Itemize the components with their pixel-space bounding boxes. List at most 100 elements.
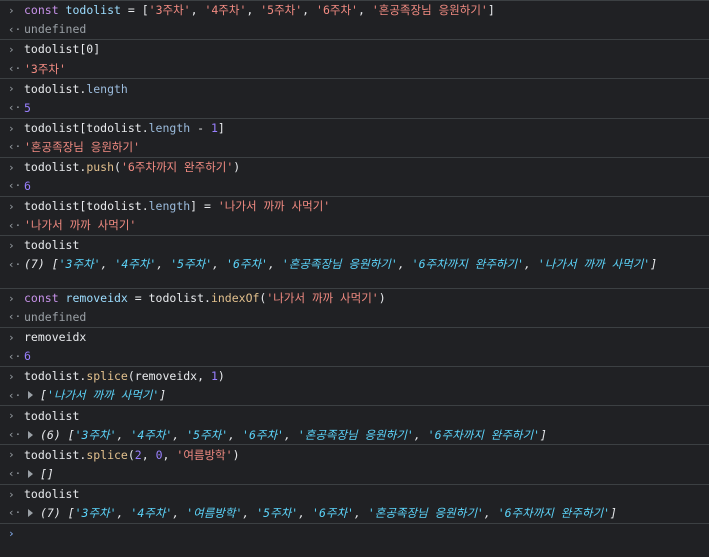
console-line-content: todolist[todolist.length - 1]	[24, 121, 225, 135]
token: ,	[298, 506, 313, 521]
token: ]	[217, 120, 225, 135]
token: '3주차'	[24, 61, 66, 76]
input-chevron-icon: ›	[8, 330, 15, 344]
token: ,	[246, 3, 261, 18]
token: ] =	[190, 199, 218, 214]
token: 6	[24, 179, 31, 194]
token: '6주차'	[312, 506, 354, 521]
token: ,	[413, 427, 428, 442]
token: [	[40, 388, 47, 403]
token: ,	[283, 427, 298, 442]
token: 5	[24, 100, 31, 115]
token: ,	[357, 3, 372, 18]
input-chevron-icon: ›	[8, 370, 15, 384]
console-line-content: '3주차'	[24, 61, 66, 77]
token: (	[127, 447, 135, 462]
console-line-content: removeidx	[24, 330, 86, 344]
console-input-line: › todolist.length	[0, 78, 709, 98]
console-output-line[interactable]: ‹· []	[0, 464, 709, 484]
input-chevron-icon: ›	[8, 409, 15, 423]
expand-triangle-icon[interactable]	[28, 469, 33, 478]
console-input-line: › removeidx	[0, 326, 709, 347]
result-arrow-icon: ‹·	[8, 467, 22, 481]
result-arrow-icon: ‹·	[8, 257, 22, 271]
console-line-content: const removeidx = todolist.indexOf('나가서 …	[24, 290, 386, 306]
console-output-line[interactable]: ‹· (7) ['3주차', '4주차', '여름방학', '5주차', '6주차…	[0, 503, 709, 523]
input-chevron-icon: ›	[8, 4, 15, 17]
console-line-content: todolist.splice(2, 0, '여름방학')	[24, 447, 240, 463]
token: = [	[120, 3, 149, 18]
console-output-line[interactable]: ‹· ['나가서 까까 사먹기']	[0, 386, 709, 406]
token: '혼공족장님 응원하기'	[371, 3, 488, 18]
console-line-content: undefined	[24, 310, 86, 324]
token: '3주차'	[74, 427, 117, 442]
token: todolist.	[24, 447, 87, 462]
token: '3주차'	[148, 3, 191, 18]
console-prompt[interactable]: ›	[0, 522, 709, 547]
prompt-chevron-icon: ›	[8, 526, 15, 540]
console-line-content: todolist	[24, 238, 79, 252]
console-input-line: › const todolist = ['3주차', '4주차', '5주차', …	[0, 0, 709, 20]
console-line-content: (6) ['3주차', '4주차', '5주차', '6주차', '혼공족장님 …	[24, 427, 547, 443]
expand-triangle-icon[interactable]	[28, 391, 33, 400]
console-line-content: 6	[24, 349, 31, 363]
token: '6주차'	[316, 3, 358, 18]
token: '나가서 까까 사먹기'	[537, 256, 651, 271]
token: '6주차까지 완주하기'	[497, 506, 611, 521]
console-line-content: todolist	[24, 409, 79, 423]
token: '4주차'	[130, 427, 173, 442]
console-line-content: 5	[24, 101, 31, 115]
token: ,	[116, 506, 131, 521]
token: ]	[540, 427, 547, 442]
token: (6) [	[40, 427, 75, 442]
token: todolist[0]	[24, 42, 101, 57]
token: ,	[228, 427, 243, 442]
token: splice	[86, 447, 128, 462]
token: '5주차'	[186, 427, 229, 442]
console-input-line: › todolist	[0, 235, 709, 255]
result-arrow-icon: ‹·	[8, 218, 22, 232]
token: 1	[210, 369, 218, 384]
token: undefined	[24, 310, 87, 325]
console-output-line[interactable]: ‹· (7) ['3주차', '4주차', '5주차', '6주차', '혼공족장…	[0, 255, 709, 288]
console-output-line: ‹· '3주차'	[0, 59, 709, 79]
token: todolist	[24, 238, 80, 253]
token: ,	[190, 3, 205, 18]
token: '6주차까지 완주하기'	[427, 427, 541, 442]
console-line-content: []	[24, 467, 54, 481]
expand-triangle-icon[interactable]	[28, 430, 33, 439]
token: ,	[524, 256, 538, 271]
devtools-console: › const todolist = ['3주차', '4주차', '5주차', …	[0, 0, 709, 557]
result-arrow-icon: ‹·	[8, 179, 22, 193]
token: undefined	[24, 22, 87, 37]
token: length	[86, 81, 128, 96]
result-arrow-icon: ‹·	[8, 349, 22, 363]
console-output-line: ‹· 6	[0, 176, 709, 196]
token: '5주차'	[256, 506, 299, 521]
token: 1	[210, 120, 218, 135]
console-line-content: todolist[todolist.length] = '나가서 까까 사먹기'	[24, 198, 330, 214]
token: '나가서 까까 사먹기'	[24, 218, 137, 233]
token: (7) [	[40, 506, 75, 521]
console-line-content: todolist.push('6주차까지 완주하기')	[24, 159, 240, 175]
token: '혼공족장님 응원하기'	[297, 427, 414, 442]
console-input-line: › todolist[todolist.length] = '나가서 까까 사먹기…	[0, 195, 709, 216]
token: 0	[155, 447, 163, 462]
token: )	[378, 291, 386, 306]
token: removeidx	[65, 291, 128, 306]
console-input-line: › const removeidx = todolist.indexOf('나가서…	[0, 287, 709, 308]
token: splice	[86, 369, 128, 384]
input-chevron-icon: ›	[8, 82, 15, 96]
console-line-content: todolist	[24, 487, 79, 501]
token: ,	[353, 506, 368, 521]
token: )	[233, 160, 241, 175]
console-line-content: todolist[0]	[24, 42, 100, 56]
console-line-content: '혼공족장님 응원하기'	[24, 139, 140, 155]
expand-triangle-icon[interactable]	[28, 509, 33, 518]
token: 6	[24, 349, 31, 364]
input-chevron-icon: ›	[8, 43, 15, 57]
console-line-content: ['나가서 까까 사먹기']	[24, 387, 166, 403]
console-line-content: '나가서 까까 사먹기'	[24, 217, 136, 233]
console-output-line[interactable]: ‹· (6) ['3주차', '4주차', '5주차', '6주차', '혼공족장…	[0, 425, 709, 445]
token: todolist.	[24, 369, 87, 384]
